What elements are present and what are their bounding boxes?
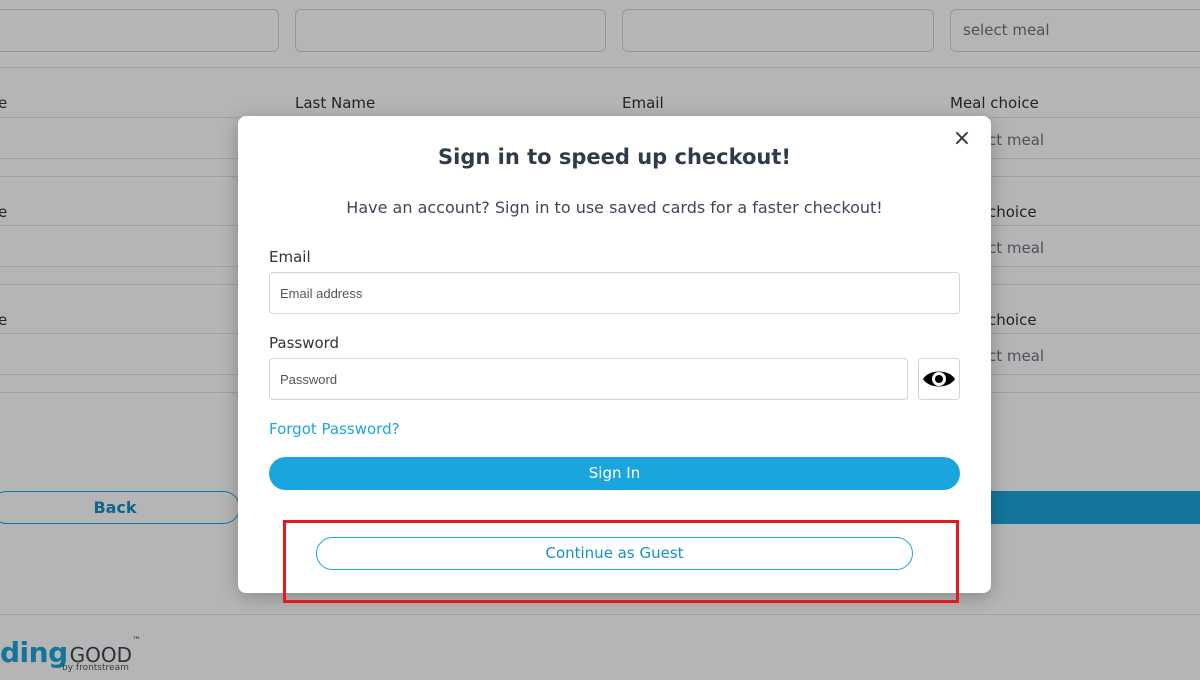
password-label: Password — [269, 334, 340, 352]
modal-subtitle: Have an account? Sign in to use saved ca… — [346, 198, 883, 217]
password-input[interactable] — [269, 358, 908, 400]
email-input[interactable] — [269, 272, 960, 314]
sign-in-modal: × Sign in to speed up checkout! Have an … — [238, 116, 991, 593]
email-label: Email — [269, 248, 311, 266]
show-password-button[interactable] — [918, 358, 960, 400]
continue-as-guest-button[interactable]: Continue as Guest — [316, 537, 913, 570]
eye-icon — [923, 371, 955, 387]
modal-title: Sign in to speed up checkout! — [438, 145, 791, 169]
sign-in-button[interactable]: Sign In — [269, 457, 960, 490]
forgot-password-link[interactable]: Forgot Password? — [269, 420, 400, 438]
